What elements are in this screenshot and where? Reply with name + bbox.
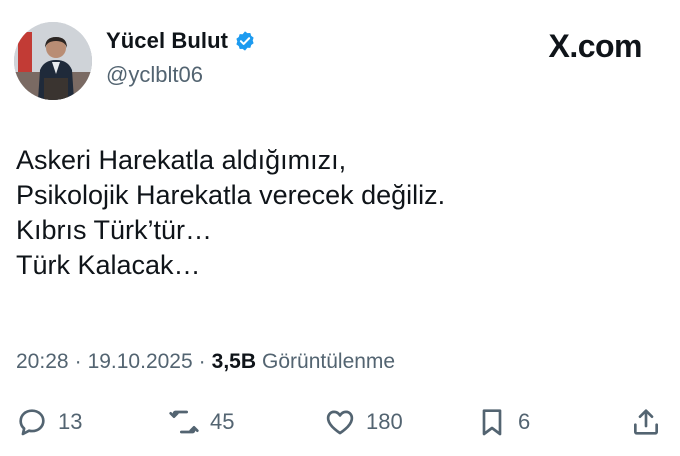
views-label: Görüntülenme [262,350,396,373]
tweet-line: Psikolojik Harekatla verecek değiliz. [16,180,446,210]
author-display-name[interactable]: Yücel Bulut [106,28,228,54]
repost-icon [169,410,199,434]
avatar[interactable] [14,22,92,100]
tweet-line: Askeri Harekatla aldığımızı, [16,145,347,175]
bookmark-count: 6 [518,409,531,434]
heart-icon [326,410,354,435]
reply-icon [19,409,45,436]
like-count: 180 [366,409,403,434]
author-name-row: Yücel Bulut [106,28,256,54]
tweet-line: Türk Kalacak… [16,250,201,280]
meta-separator: · [198,350,206,373]
bookmark-button[interactable]: 6 [476,402,530,442]
verified-badge-icon [236,31,254,51]
share-button[interactable] [630,402,662,442]
reply-count: 13 [58,409,83,434]
avatar-image [14,22,92,100]
tweet-text: Askeri Harekatla aldığımızı, Psikolojik … [16,143,445,283]
meta-separator: · [74,350,82,373]
tweet-meta: 20:28 · 19.10.2025 · 3,5B Görüntülenme [16,350,395,374]
author-handle[interactable]: @yclblt06 [106,62,203,88]
repost-count: 45 [210,409,235,434]
brand-logo: X.com [548,28,642,64]
tweet-time[interactable]: 20:28 [16,350,69,374]
reply-button[interactable]: 13 [16,402,82,442]
like-button[interactable]: 180 [324,402,403,442]
action-bar: 13 45 180 6 [0,402,680,442]
share-icon [634,409,658,435]
bookmark-icon [482,409,502,436]
views-count: 3,5B [211,350,257,373]
tweet-line: Kıbrıs Türk’tür… [16,215,213,245]
repost-button[interactable]: 45 [168,402,234,442]
tweet-date[interactable]: 19.10.2025 [88,350,193,374]
